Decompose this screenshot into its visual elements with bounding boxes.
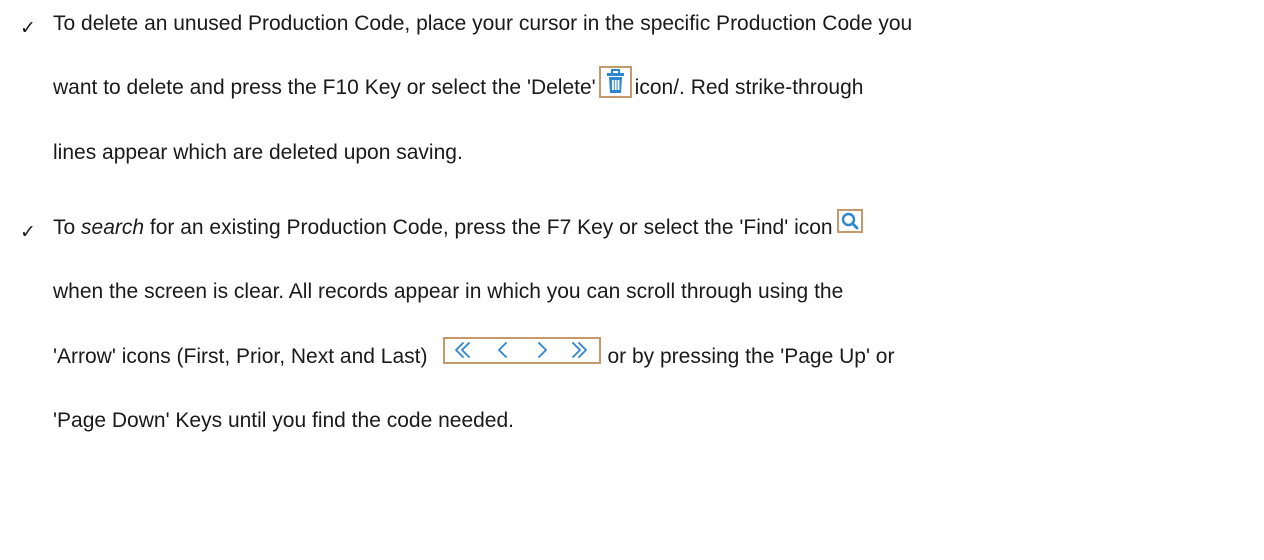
search-instruction-line-2: when the screen is clear. All records ap… [53, 280, 844, 303]
next-record-icon [538, 342, 548, 358]
search-instruction-line-1: To search for an existing Production Cod… [53, 209, 863, 244]
checkmark-bullet-icon: ✓ [20, 221, 36, 243]
delete-instruction-line-2: want to delete and press the F10 Key or … [53, 66, 864, 104]
search-emphasis: search [81, 216, 145, 239]
prior-record-icon [498, 342, 508, 358]
search-instruction-line-4: 'Page Down' Keys until you find the code… [53, 409, 514, 432]
delete-instruction-line-2-before: want to delete and press the F10 Key or … [53, 76, 596, 99]
delete-instruction-line-3: lines appear which are deleted upon savi… [53, 141, 463, 164]
search-instruction-line-3-before: 'Arrow' icons (First, Prior, Next and La… [53, 345, 428, 368]
search-instruction-rest: for an existing Production Code, press t… [144, 216, 833, 239]
search-instruction-line-3: 'Arrow' icons (First, Prior, Next and La… [53, 337, 895, 373]
delete-instruction-line-1: To delete an unused Production Code, pla… [53, 12, 913, 35]
checkmark-bullet-icon: ✓ [20, 17, 36, 39]
search-icon [836, 209, 863, 233]
delete-instruction-line-2-after: icon/. Red strike-through [634, 76, 864, 99]
search-instruction-prefix: To [53, 216, 82, 239]
first-record-icon [455, 342, 471, 358]
search-instruction-line-3-after: or by pressing the 'Page Up' or [607, 345, 895, 368]
record-navigation-arrows [443, 337, 602, 364]
trash-icon [598, 66, 632, 98]
last-record-icon [572, 342, 588, 358]
